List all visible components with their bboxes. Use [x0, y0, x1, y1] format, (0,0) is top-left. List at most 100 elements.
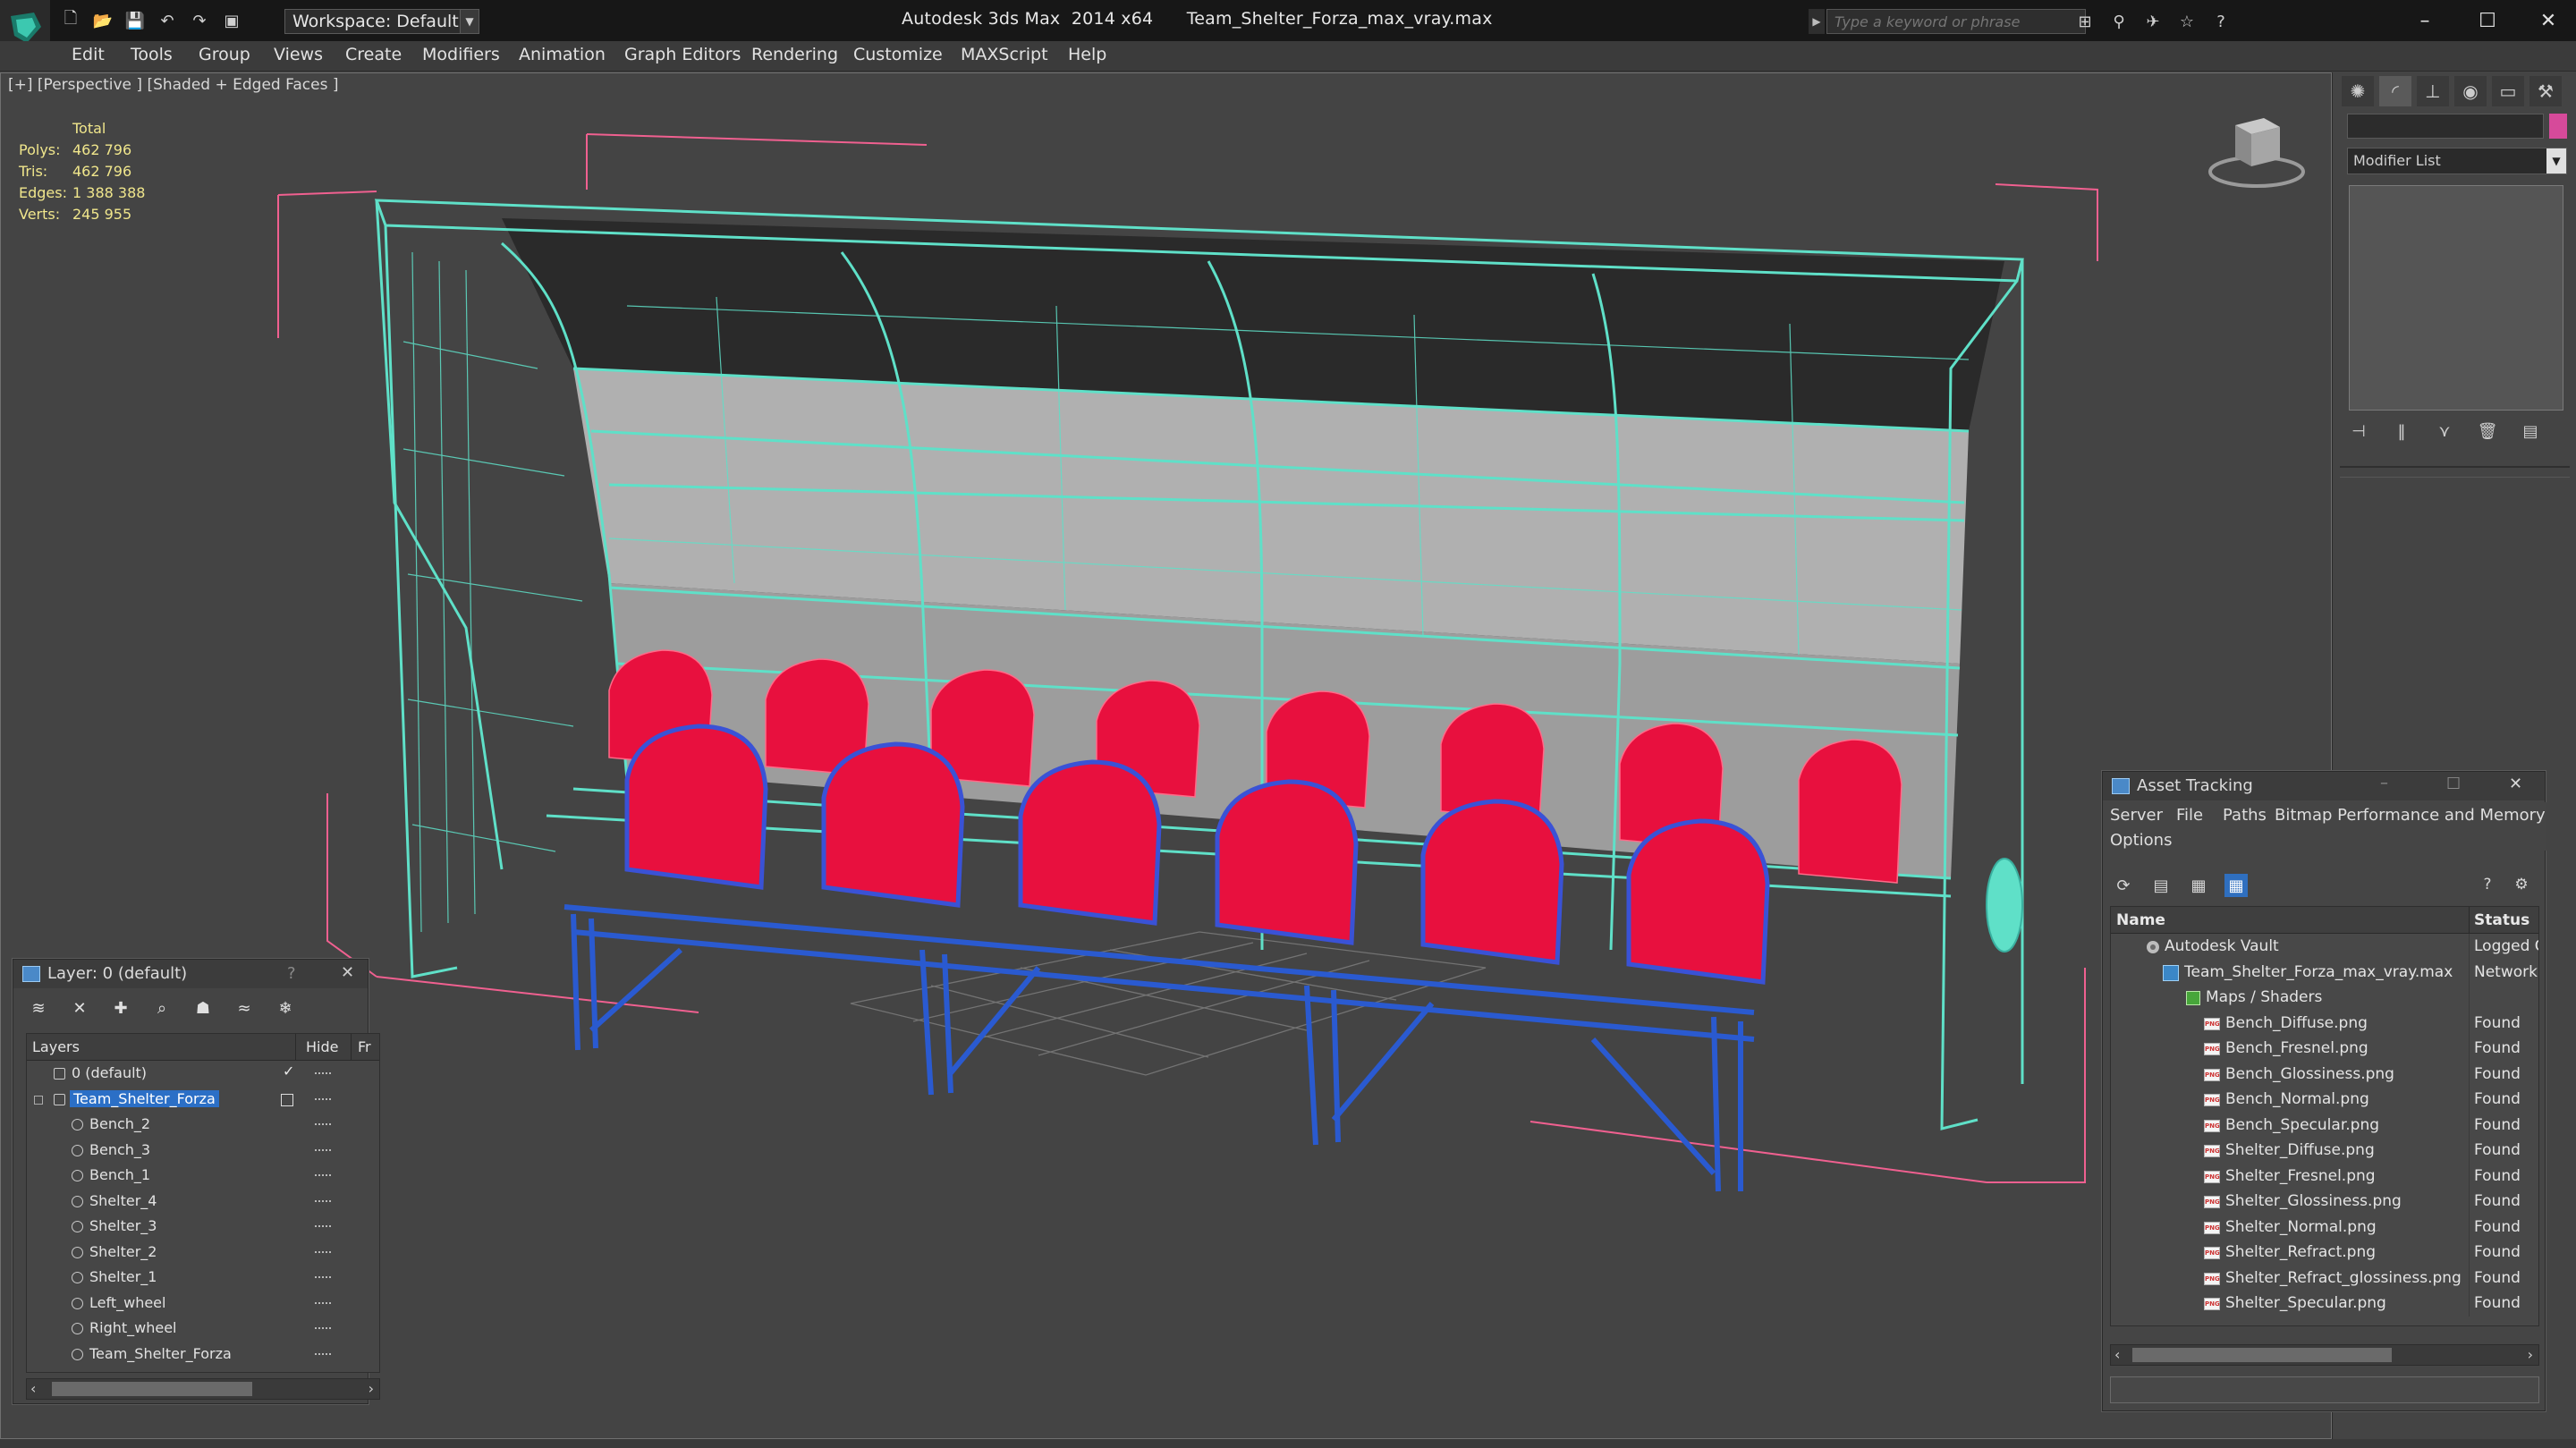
- view-cube[interactable]: [2208, 118, 2305, 188]
- new-layer-icon[interactable]: ≋: [28, 997, 49, 1019]
- asset-menu-file[interactable]: File: [2176, 806, 2203, 825]
- menu-graph-editors[interactable]: Graph Editors: [624, 45, 741, 64]
- asset-row[interactable]: Maps / Shaders: [2111, 985, 2538, 1011]
- workspace-dropdown-arrow[interactable]: ▼: [460, 9, 479, 34]
- object-name-field[interactable]: [2347, 114, 2544, 139]
- scroll-left-icon[interactable]: ‹: [30, 1380, 36, 1397]
- layer-row[interactable]: Left_wheel: [27, 1291, 379, 1317]
- help-button[interactable]: ?: [287, 964, 296, 983]
- modifier-list-dropdown[interactable]: Modifier List ▼: [2347, 148, 2567, 174]
- maximize-button[interactable]: ☐: [2456, 0, 2519, 41]
- subscription-icon[interactable]: ⚲: [2107, 9, 2131, 34]
- hide-toggle[interactable]: [315, 1301, 331, 1304]
- workspace-selector[interactable]: Workspace: Default: [284, 9, 479, 34]
- asset-row[interactable]: PNG Shelter_Refract.png Found: [2111, 1240, 2538, 1266]
- thumbnail-view-icon[interactable]: ▦: [2187, 874, 2210, 897]
- col-status[interactable]: Status: [2474, 911, 2529, 929]
- asset-row[interactable]: PNG Shelter_Fresnel.png Found: [2111, 1163, 2538, 1189]
- dialog-title-bar[interactable]: Asset Tracking – ☐ ✕: [2103, 772, 2545, 800]
- menu-maxscript[interactable]: MAXScript: [961, 45, 1048, 64]
- asset-row[interactable]: PNG Shelter_Specular.png Found: [2111, 1291, 2538, 1317]
- asset-row[interactable]: PNG Shelter_Refract_glossiness.png Found: [2111, 1265, 2538, 1291]
- layer-row[interactable]: Bench_3: [27, 1138, 379, 1164]
- asset-row[interactable]: PNG Shelter_Diffuse.png Found: [2111, 1138, 2538, 1164]
- expand-toggle-icon[interactable]: [34, 1095, 43, 1105]
- hide-toggle[interactable]: [315, 1097, 331, 1100]
- viewport-label[interactable]: [+] [Perspective ] [Shaded + Edged Faces…: [8, 76, 338, 94]
- hide-toggle[interactable]: [315, 1225, 331, 1227]
- hierarchy-tab-icon[interactable]: ⊥: [2417, 76, 2449, 106]
- asset-row[interactable]: Autodesk Vault Logged C: [2111, 934, 2538, 960]
- layer-row[interactable]: Shelter_3: [27, 1214, 379, 1240]
- modifier-stack[interactable]: [2349, 185, 2563, 411]
- col-name[interactable]: Name: [2116, 911, 2165, 929]
- communication-center-icon[interactable]: ✈: [2141, 9, 2165, 34]
- col-hide[interactable]: Hide: [306, 1038, 338, 1055]
- asset-options-icon[interactable]: ⚙: [2511, 874, 2532, 895]
- asset-menu-server[interactable]: Server: [2110, 806, 2163, 825]
- object-color-swatch[interactable]: [2549, 114, 2567, 139]
- help-icon[interactable]: ?: [2209, 9, 2233, 34]
- hide-all-layers-icon[interactable]: ≈: [233, 997, 255, 1019]
- show-end-result-icon[interactable]: ‖: [2390, 419, 2413, 443]
- modify-tab-icon[interactable]: ◜: [2379, 76, 2411, 106]
- search-expand-icon[interactable]: ▶: [1809, 9, 1825, 34]
- delete-layer-icon[interactable]: ✕: [69, 997, 90, 1019]
- asset-menu-bitmap-performance[interactable]: Bitmap Performance and Memory: [2275, 806, 2546, 825]
- asset-row[interactable]: PNG Shelter_Glossiness.png Found: [2111, 1189, 2538, 1215]
- dialog-close-button[interactable]: ✕: [2509, 775, 2522, 793]
- menu-animation[interactable]: Animation: [519, 45, 606, 64]
- menu-tools[interactable]: Tools: [131, 45, 173, 64]
- hide-toggle[interactable]: [315, 1072, 331, 1074]
- layer-row[interactable]: Shelter_1: [27, 1265, 379, 1291]
- scroll-right-icon[interactable]: ›: [2528, 1346, 2533, 1363]
- freeze-all-layers-icon[interactable]: ❄: [275, 997, 296, 1019]
- horizontal-scrollbar[interactable]: ‹ ›: [26, 1378, 380, 1400]
- set-active-box-icon[interactable]: [281, 1093, 293, 1106]
- hide-toggle[interactable]: [315, 1327, 331, 1329]
- layer-row[interactable]: Team_Shelter_Forza: [27, 1087, 379, 1113]
- menu-help[interactable]: Help: [1068, 45, 1106, 64]
- menu-group[interactable]: Group: [199, 45, 250, 64]
- hide-toggle[interactable]: [315, 1250, 331, 1253]
- layer-row[interactable]: Bench_2: [27, 1112, 379, 1138]
- favorites-star-icon[interactable]: ☆: [2175, 9, 2199, 34]
- list-view-icon[interactable]: ▤: [2149, 874, 2173, 897]
- asset-menu-options[interactable]: Options: [2110, 831, 2172, 850]
- make-unique-icon[interactable]: ⋎: [2433, 419, 2456, 443]
- refresh-icon[interactable]: ⟳: [2112, 874, 2135, 897]
- asset-row[interactable]: PNG Bench_Glossiness.png Found: [2111, 1061, 2538, 1087]
- layer-row[interactable]: Shelter_2: [27, 1240, 379, 1266]
- dialog-title-bar[interactable]: Layer: 0 (default) ? ✕: [13, 960, 368, 988]
- new-file-icon[interactable]: 🗋: [59, 9, 82, 32]
- open-file-icon[interactable]: 📂: [91, 9, 114, 32]
- hide-toggle[interactable]: [315, 1123, 331, 1125]
- layer-row[interactable]: Right_wheel: [27, 1316, 379, 1342]
- menu-create[interactable]: Create: [345, 45, 402, 64]
- dialog-minimize-button[interactable]: –: [2380, 774, 2388, 792]
- pin-stack-icon[interactable]: ⊣: [2347, 419, 2370, 443]
- hide-toggle[interactable]: [315, 1174, 331, 1176]
- menu-customize[interactable]: Customize: [853, 45, 943, 64]
- utilities-tab-icon[interactable]: ⚒: [2529, 76, 2562, 106]
- remove-modifier-icon[interactable]: 🗑: [2476, 419, 2499, 443]
- layer-row[interactable]: Team_Shelter_Forza: [27, 1342, 379, 1368]
- scrollbar-thumb[interactable]: [2132, 1348, 2392, 1362]
- hide-toggle[interactable]: [315, 1199, 331, 1202]
- select-in-layer-icon[interactable]: ⌕: [151, 997, 173, 1019]
- asset-row[interactable]: PNG Shelter_Normal.png Found: [2111, 1214, 2538, 1240]
- add-to-layer-icon[interactable]: ✚: [110, 997, 131, 1019]
- active-layer-check-icon[interactable]: ✓: [283, 1063, 294, 1080]
- minimize-button[interactable]: –: [2394, 0, 2456, 41]
- menu-modifiers[interactable]: Modifiers: [422, 45, 500, 64]
- project-folder-icon[interactable]: ▣: [220, 9, 243, 32]
- dialog-maximize-button[interactable]: ☐: [2446, 775, 2461, 793]
- binoculars-icon[interactable]: ⊞: [2073, 9, 2097, 34]
- menu-views[interactable]: Views: [274, 45, 323, 64]
- layer-row[interactable]: 0 (default) ✓: [27, 1061, 379, 1087]
- scroll-left-icon[interactable]: ‹: [2114, 1346, 2120, 1363]
- undo-icon[interactable]: ↶: [156, 9, 179, 32]
- layer-row[interactable]: Shelter_4: [27, 1189, 379, 1215]
- motion-tab-icon[interactable]: ◉: [2454, 76, 2487, 106]
- scroll-right-icon[interactable]: ›: [369, 1380, 374, 1397]
